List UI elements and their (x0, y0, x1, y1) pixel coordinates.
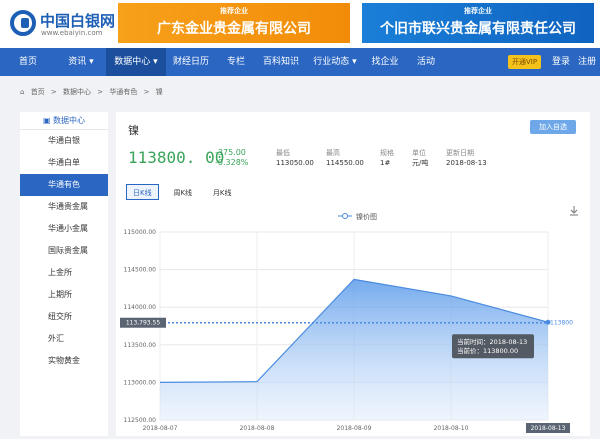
sidebar-head-icon: ▣ (42, 116, 54, 125)
breadcrumb-home[interactable]: 首页 (31, 88, 45, 96)
y-tick-label: 115000.00 (124, 229, 157, 236)
y-tick-label: 113000.00 (124, 379, 157, 386)
breadcrumb-huatong[interactable]: 华通有色 (109, 88, 137, 96)
login-link[interactable]: 登录 (552, 48, 570, 76)
chart-svg: 115000.00 114500.00 114000.00 113500.00 1130… (120, 206, 578, 433)
nav-industry[interactable]: 行业动态 ▾ (306, 48, 364, 76)
x-tick-label: 2018-08-13 (531, 425, 566, 432)
y-tick-label: 114000.00 (124, 304, 157, 311)
stat-low: 最低 113050.00 (276, 148, 314, 168)
sidebar-item[interactable]: 上期所 (20, 284, 108, 306)
logo-text: 中国白银网 (40, 12, 116, 30)
register-link[interactable]: 注册 (578, 48, 596, 76)
sidebar-item[interactable]: 华通小金属 (20, 218, 108, 240)
nav-events[interactable]: 活动 (406, 48, 446, 76)
ad-tag: 推荐企业 (464, 7, 492, 15)
legend[interactable]: 镍价图 (338, 212, 377, 221)
stat-label: 最高 (326, 149, 340, 157)
ad-name: 个旧市联兴贵金属有限责任公司 (380, 21, 576, 37)
price-chart: 115000.00 114500.00 114000.00 113500.00 1130… (116, 202, 590, 436)
sidebar-head-label: 数据中心 (53, 116, 86, 125)
sidebar-item[interactable]: 外汇 (20, 328, 108, 350)
stat-value: 113050.00 (276, 159, 314, 167)
x-axis: 2018-08-07 2018-08-08 2018-08-09 2018-08-10… (143, 423, 570, 433)
sidebar-item[interactable]: 华通白银 (20, 130, 108, 152)
site-logo[interactable]: 中国白银网 www.ebaiyin.com (10, 8, 115, 40)
current-price: 113800. 00 (128, 148, 225, 167)
ad-banner-2[interactable]: 推荐企业 个旧市联兴贵金属有限责任公司 (362, 3, 594, 43)
legend-label: 镍价图 (356, 212, 377, 221)
ref-label-right: 113800 (550, 320, 573, 327)
stat-spec: 规格 1# (380, 148, 394, 168)
sidebar-item[interactable]: 实物黄金 (20, 350, 108, 372)
stat-value: 1# (380, 159, 391, 167)
nav-home[interactable]: 首页 (0, 48, 56, 76)
sidebar-item[interactable]: 华通贵金属 (20, 196, 108, 218)
stat-label: 更新日期 (446, 149, 474, 157)
change-pct: -0.328% (215, 158, 249, 167)
stat-label: 最低 (276, 149, 290, 157)
stat-date: 更新日期 2018-08-13 (446, 148, 487, 168)
main-nav: 首页 资讯 ▾ 数据中心 ▾ 财经日历 专栏 百科知识 行业动态 ▾ 找企业 活… (0, 48, 600, 76)
page-title: 镍 (128, 124, 139, 137)
change-abs: -375.00 (215, 148, 246, 157)
top-header: 中国白银网 www.ebaiyin.com 推荐企业 广东金业贵金属有限公司 推… (0, 0, 600, 48)
x-tick-label: 2018-08-10 (434, 425, 469, 432)
sidebar-item[interactable]: 国际贵金属 (20, 240, 108, 262)
tab-monthly[interactable]: 月K线 (207, 185, 238, 201)
sidebar-item[interactable]: 上金所 (20, 262, 108, 284)
breadcrumb-data-center[interactable]: 数据中心 (63, 88, 91, 96)
breadcrumb: ⌂ 首页 > 数据中心 > 华通有色 > 镍 (20, 84, 167, 100)
nav-wiki[interactable]: 百科知识 (256, 48, 306, 76)
x-tick-label: 2018-08-09 (337, 425, 372, 432)
sidebar: ▣ 数据中心 华通白银 华通白单 华通有色 华通贵金属 华通小金属 国际贵金属 … (20, 112, 108, 436)
stat-value: 元/吨 (412, 159, 429, 167)
y-tick-label: 114500.00 (124, 267, 157, 274)
y-tick-label: 112500.00 (124, 417, 157, 424)
x-tick-label: 2018-08-07 (143, 425, 178, 432)
price-change: -375.00 -0.328% (215, 148, 248, 168)
stat-value: 114550.00 (326, 159, 364, 167)
nav-news[interactable]: 资讯 ▾ (56, 48, 106, 76)
stat-label: 规格 (380, 149, 394, 157)
nav-column[interactable]: 专栏 (216, 48, 256, 76)
sidebar-item[interactable]: 华通白单 (20, 152, 108, 174)
x-tick-label: 2018-08-08 (240, 425, 275, 432)
tooltip-price: 当前价：113800.00 (457, 346, 518, 355)
tooltip-time: 当前时间：2018-08-13 (457, 337, 527, 346)
main-panel: 镍 加入自选 113800. 00 -375.00 -0.328% 最低 1130… (116, 112, 590, 436)
sidebar-item-active[interactable]: 华通有色 (20, 174, 108, 196)
ad-banner-1[interactable]: 推荐企业 广东金业贵金属有限公司 (118, 3, 350, 43)
sidebar-head: ▣ 数据中心 (20, 112, 108, 130)
ref-label-left: 113,793.55 (120, 317, 166, 328)
logo-icon (10, 10, 36, 36)
nav-calendar[interactable]: 财经日历 (166, 48, 216, 76)
add-watchlist-button[interactable]: 加入自选 (530, 120, 576, 134)
nav-find-company[interactable]: 找企业 (364, 48, 406, 76)
breadcrumb-sep: > (143, 88, 150, 96)
chart-tooltip: 当前时间：2018-08-13 当前价：113800.00 (452, 334, 534, 359)
logo-url: www.ebaiyin.com (41, 29, 103, 37)
vip-button[interactable]: 开通VIP (508, 55, 542, 69)
stat-label: 单位 (412, 149, 426, 157)
breadcrumb-current: 镍 (155, 88, 163, 96)
tab-daily[interactable]: 日K线 (126, 184, 159, 200)
stat-high: 最高 114550.00 (326, 148, 364, 168)
stat-unit: 单位元/吨 (412, 148, 428, 168)
kline-tabs: 日K线 周K线 月K线 (126, 184, 244, 200)
legend-marker (342, 213, 348, 219)
breadcrumb-sep: > (97, 88, 104, 96)
hover-point (545, 319, 551, 325)
stat-value: 2018-08-13 (446, 159, 487, 167)
home-icon: ⌂ (20, 88, 25, 96)
download-icon[interactable] (570, 206, 578, 216)
ref-label-text: 113,793.55 (126, 320, 161, 327)
y-tick-label: 113500.00 (124, 342, 157, 349)
ad-tag: 推荐企业 (220, 7, 248, 15)
breadcrumb-sep: > (50, 88, 57, 96)
tab-weekly[interactable]: 周K线 (167, 185, 198, 201)
ad-name: 广东金业贵金属有限公司 (157, 21, 311, 37)
sidebar-item[interactable]: 纽交所 (20, 306, 108, 328)
nav-data-center[interactable]: 数据中心 ▾ (106, 48, 166, 76)
